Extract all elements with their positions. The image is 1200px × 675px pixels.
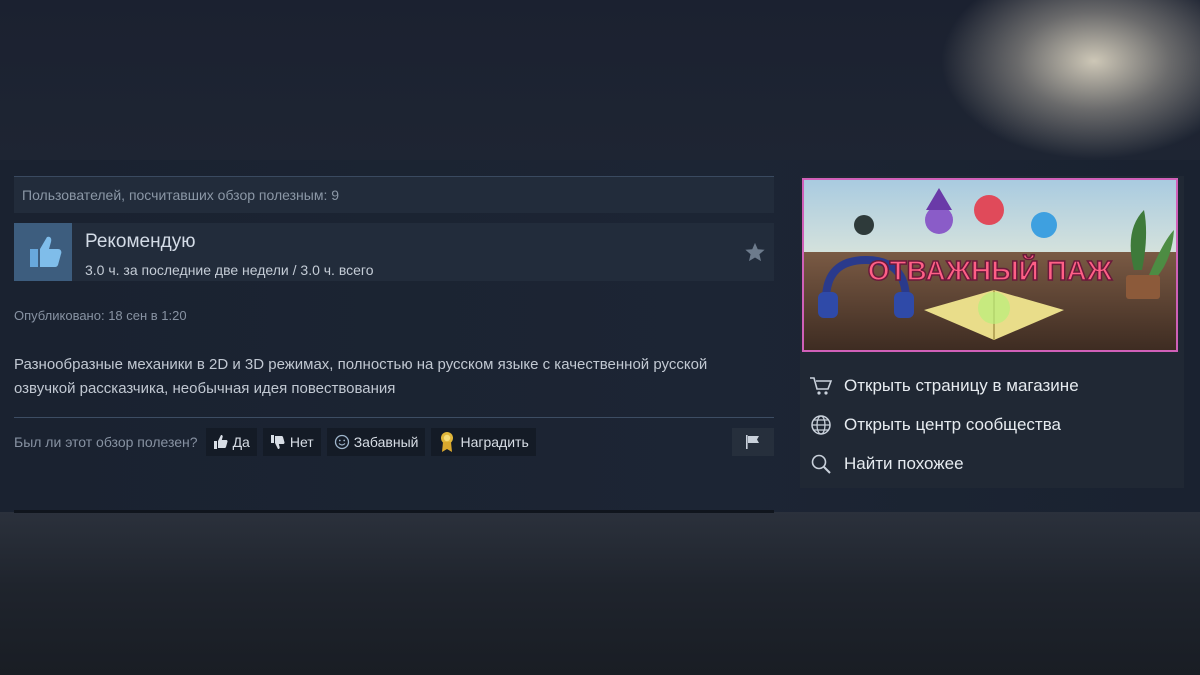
game-artwork: ОТВАЖНЫЙ ПАЖ [804,180,1176,350]
helpful-question: Был ли этот обзор полезен? [14,434,198,450]
background-bottom [0,512,1200,675]
published-date: Опубликовано: 18 сен в 1:20 [14,308,187,323]
cart-icon [808,375,834,397]
vote-yes-button[interactable]: Да [205,428,257,456]
thumbs-down-icon [270,435,285,449]
vote-funny-button[interactable]: Забавный [326,428,426,456]
search-icon [808,453,834,475]
divider [14,417,774,418]
vote-no-label: Нет [289,434,314,450]
helpful-count: Пользователей, посчитавших обзор полезны… [14,176,774,213]
award-label: Наградить [460,434,529,450]
game-logo: ОТВАЖНЫЙ ПАЖ [868,254,1113,286]
review-card: Пользователей, посчитавших обзор полезны… [14,176,774,456]
open-store-page-link[interactable]: Открыть страницу в магазине [800,366,1184,405]
background-glow [940,0,1200,160]
game-side-panel: ОТВАЖНЫЙ ПАЖ Открыть страницу в магазине [800,176,1184,488]
flag-icon [746,435,759,449]
report-button[interactable] [732,428,774,456]
award-button[interactable]: Наградить [431,428,536,456]
star-icon[interactable] [744,241,766,263]
smiley-icon [334,434,349,450]
award-icon [441,432,454,452]
thumbs-up-icon [14,223,72,281]
recommendation-header: Рекомендую 3.0 ч. за последние две недел… [14,223,774,281]
playtime: 3.0 ч. за последние две недели / 3.0 ч. … [85,262,374,278]
thumbs-up-icon [213,435,228,449]
find-similar-link[interactable]: Найти похожее [800,444,1184,483]
review-text: Разнообразные механики в 2D и 3D режимах… [14,356,708,397]
open-community-hub-label: Открыть центр сообщества [844,414,1062,434]
review-actions: Был ли этот обзор полезен? Да Нет Забавн… [14,428,774,456]
game-capsule-image[interactable]: ОТВАЖНЫЙ ПАЖ [802,178,1178,352]
find-similar-label: Найти похожее [844,453,964,473]
vote-no-button[interactable]: Нет [262,428,321,456]
open-community-hub-link[interactable]: Открыть центр сообщества [800,405,1184,444]
vote-yes-label: Да [232,434,250,450]
globe-icon [808,414,834,436]
vote-funny-label: Забавный [353,434,419,450]
open-store-page-label: Открыть страницу в магазине [844,375,1079,395]
card-bottom-border [14,510,774,513]
side-links: Открыть страницу в магазине Открыть цент… [800,366,1184,483]
recommendation-title: Рекомендую [85,231,196,252]
